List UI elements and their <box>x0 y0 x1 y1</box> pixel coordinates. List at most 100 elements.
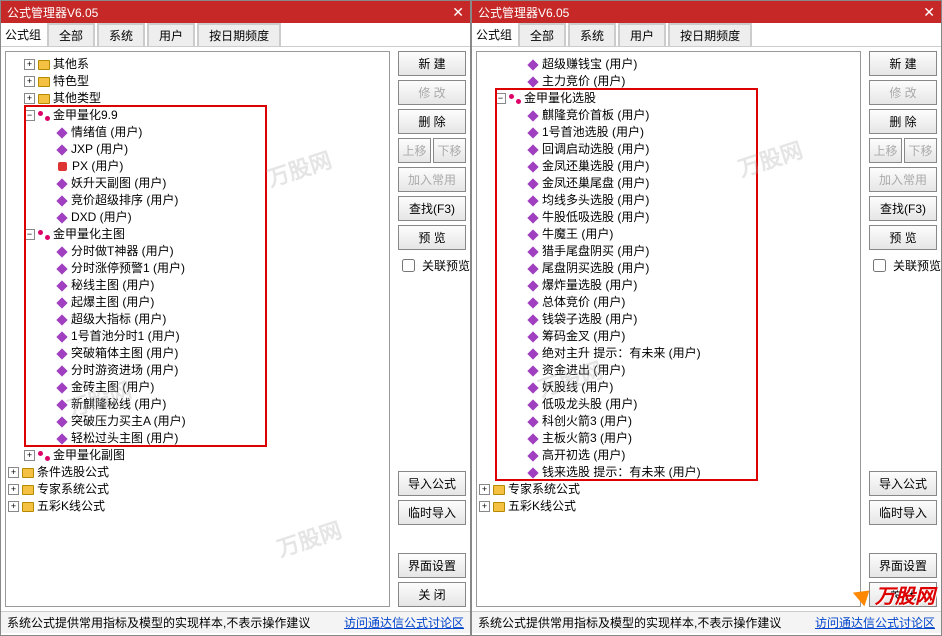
delete-button[interactable]: 删 除 <box>869 109 937 134</box>
tree-item[interactable]: 绝对主升 提示：有未来 (用户) <box>479 345 858 362</box>
tab-sys[interactable]: 系统 <box>97 23 145 46</box>
expand-icon[interactable]: − <box>24 229 35 240</box>
tree-item[interactable]: 猎手尾盘阴买 (用户) <box>479 243 858 260</box>
down-button[interactable]: 下移 <box>433 138 466 163</box>
tree-item[interactable]: 金凤还巢尾盘 (用户) <box>479 175 858 192</box>
tmpimport-button[interactable]: 临时导入 <box>398 500 466 525</box>
tree-item[interactable]: 竞价超级排序 (用户) <box>8 192 387 209</box>
down-button[interactable]: 下移 <box>904 138 937 163</box>
tree-item[interactable]: 牛股低吸选股 (用户) <box>479 209 858 226</box>
expand-icon[interactable]: + <box>8 467 19 478</box>
expand-icon[interactable]: − <box>495 93 506 104</box>
close-button[interactable]: 关 闭 <box>869 582 937 607</box>
tab-date[interactable]: 按日期频度 <box>197 23 281 46</box>
close-button[interactable]: 关 闭 <box>398 582 466 607</box>
expand-icon[interactable]: + <box>24 450 35 461</box>
tree-left[interactable]: + 其他系+ 特色型+ 其他类型−金甲量化9.9情绪值 (用户)JXP (用户)… <box>5 51 390 607</box>
tree-folder[interactable]: +专家系统公式 <box>479 481 858 498</box>
tree-folder[interactable]: +专家系统公式 <box>8 481 387 498</box>
tree-folder[interactable]: +条件选股公式 <box>8 464 387 481</box>
tab-user[interactable]: 用户 <box>147 23 195 46</box>
new-button[interactable]: 新 建 <box>869 51 937 76</box>
tree-item[interactable]: 突破压力买主A (用户) <box>8 413 387 430</box>
tree-item[interactable]: 妖股线 (用户) <box>479 379 858 396</box>
tab-sys[interactable]: 系统 <box>568 23 616 46</box>
tree-item[interactable]: 均线多头选股 (用户) <box>479 192 858 209</box>
preview-button[interactable]: 预 览 <box>398 225 466 250</box>
tree-item[interactable]: 科创火箭3 (用户) <box>479 413 858 430</box>
expand-icon[interactable]: + <box>8 501 19 512</box>
tree-item[interactable]: 牛魔王 (用户) <box>479 226 858 243</box>
tree-item[interactable]: 分时做T神器 (用户) <box>8 243 387 260</box>
preview-button[interactable]: 预 览 <box>869 225 937 250</box>
tree-item[interactable]: 主板火箭3 (用户) <box>479 430 858 447</box>
tree-item[interactable]: 超级赚钱宝 (用户) <box>479 56 858 73</box>
tree-item[interactable]: 1号首池分时1 (用户) <box>8 328 387 345</box>
tree-folder[interactable]: +五彩K线公式 <box>8 498 387 515</box>
tab-user[interactable]: 用户 <box>618 23 666 46</box>
edit-button[interactable]: 修 改 <box>869 80 937 105</box>
linkpreview-input[interactable] <box>402 259 415 272</box>
tree-item[interactable]: 秘线主图 (用户) <box>8 277 387 294</box>
tree-item[interactable]: DXD (用户) <box>8 209 387 226</box>
expand-icon[interactable]: + <box>24 59 35 70</box>
tree-item[interactable]: 新麒隆秘线 (用户) <box>8 396 387 413</box>
tree-item[interactable]: 爆炸量选股 (用户) <box>479 277 858 294</box>
tree-folder[interactable]: −金甲量化9.9 <box>8 107 387 124</box>
tree-folder[interactable]: + 其他系 <box>8 56 387 73</box>
expand-icon[interactable]: + <box>24 76 35 87</box>
import-button[interactable]: 导入公式 <box>869 471 937 496</box>
import-button[interactable]: 导入公式 <box>398 471 466 496</box>
new-button[interactable]: 新 建 <box>398 51 466 76</box>
tree-item[interactable]: 麒隆竞价首板 (用户) <box>479 107 858 124</box>
tree-folder[interactable]: + 特色型 <box>8 73 387 90</box>
tree-folder[interactable]: −金甲量化主图 <box>8 226 387 243</box>
tree-folder[interactable]: +五彩K线公式 <box>479 498 858 515</box>
up-button[interactable]: 上移 <box>869 138 902 163</box>
uisetting-button[interactable]: 界面设置 <box>398 553 466 578</box>
footer-link[interactable]: 访问通达信公式讨论区 <box>344 614 464 631</box>
tree-item[interactable]: 妖升天副图 (用户) <box>8 175 387 192</box>
tree-right[interactable]: 超级赚钱宝 (用户)主力竞价 (用户)−金甲量化选股麒隆竞价首板 (用户)1号首… <box>476 51 861 607</box>
tree-item[interactable]: 分时涨停预警1 (用户) <box>8 260 387 277</box>
find-button[interactable]: 查找(F3) <box>869 196 937 221</box>
tree-item[interactable]: PX (用户) <box>8 158 387 175</box>
tree-item[interactable]: 轻松过头主图 (用户) <box>8 430 387 447</box>
up-button[interactable]: 上移 <box>398 138 431 163</box>
linkpreview-input[interactable] <box>873 259 886 272</box>
tab-date[interactable]: 按日期频度 <box>668 23 752 46</box>
tmpimport-button[interactable]: 临时导入 <box>869 500 937 525</box>
uisetting-button[interactable]: 界面设置 <box>869 553 937 578</box>
tree-item[interactable]: 筹码金叉 (用户) <box>479 328 858 345</box>
tree-item[interactable]: 主力竞价 (用户) <box>479 73 858 90</box>
tree-item[interactable]: 钱袋子选股 (用户) <box>479 311 858 328</box>
tree-item[interactable]: 超级大指标 (用户) <box>8 311 387 328</box>
tree-item[interactable]: 分时游资进场 (用户) <box>8 362 387 379</box>
expand-icon[interactable]: + <box>8 484 19 495</box>
delete-button[interactable]: 删 除 <box>398 109 466 134</box>
tree-item[interactable]: 总体竞价 (用户) <box>479 294 858 311</box>
tree-item[interactable]: 起爆主图 (用户) <box>8 294 387 311</box>
close-icon[interactable]: ✕ <box>452 4 464 21</box>
linkpreview-checkbox[interactable]: 关联预览 <box>869 256 937 275</box>
addcommon-button[interactable]: 加入常用 <box>398 167 466 192</box>
tree-item[interactable]: 金凤还巢选股 (用户) <box>479 158 858 175</box>
tree-folder[interactable]: +金甲量化副图 <box>8 447 387 464</box>
tree-item[interactable]: 1号首池选股 (用户) <box>479 124 858 141</box>
tree-item[interactable]: 尾盘阴买选股 (用户) <box>479 260 858 277</box>
tree-item[interactable]: 突破箱体主图 (用户) <box>8 345 387 362</box>
tab-all[interactable]: 全部 <box>47 23 95 46</box>
footer-link[interactable]: 访问通达信公式讨论区 <box>815 614 935 631</box>
tab-all[interactable]: 全部 <box>518 23 566 46</box>
expand-icon[interactable]: − <box>24 110 35 121</box>
tree-item[interactable]: 低吸龙头股 (用户) <box>479 396 858 413</box>
tree-item[interactable]: 金砖主图 (用户) <box>8 379 387 396</box>
tree-item[interactable]: 资金进出 (用户) <box>479 362 858 379</box>
expand-icon[interactable]: + <box>479 484 490 495</box>
addcommon-button[interactable]: 加入常用 <box>869 167 937 192</box>
linkpreview-checkbox[interactable]: 关联预览 <box>398 256 466 275</box>
tree-item[interactable]: 情绪值 (用户) <box>8 124 387 141</box>
tree-item[interactable]: 钱来选股 提示：有未来 (用户) <box>479 464 858 481</box>
expand-icon[interactable]: + <box>479 501 490 512</box>
tree-item[interactable]: 高开初选 (用户) <box>479 447 858 464</box>
